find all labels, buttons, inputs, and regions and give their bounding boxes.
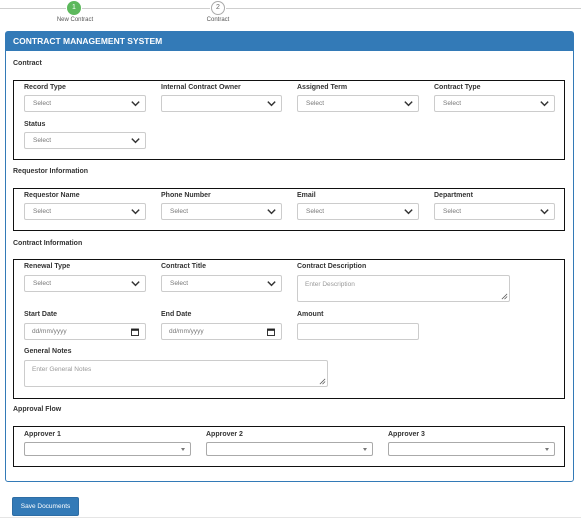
step-2-label: Contract xyxy=(206,17,230,23)
contract-title-label: Contract Title xyxy=(161,263,206,270)
section-title-contract-info: Contract Information xyxy=(13,240,83,247)
panel-title: CONTRACT MANAGEMENT SYSTEM xyxy=(6,32,573,51)
chevron-down-icon xyxy=(131,101,140,107)
approver-1-select[interactable] xyxy=(24,442,191,456)
assigned-term-label: Assigned Term xyxy=(297,84,348,91)
chevron-down-icon xyxy=(540,101,549,107)
contract-description-textarea[interactable]: Enter Description xyxy=(297,275,510,302)
start-date-placeholder: dd/mm/yyyy xyxy=(32,328,67,335)
record-type-select[interactable]: Select xyxy=(24,95,146,112)
requestor-name-label: Requestor Name xyxy=(24,192,80,199)
chevron-down-icon xyxy=(267,281,276,287)
chevron-down-icon xyxy=(404,101,413,107)
contract-title-value: Select xyxy=(170,280,189,287)
department-select[interactable]: Select xyxy=(434,203,555,220)
renewal-type-label: Renewal Type xyxy=(24,263,71,270)
assigned-term-select[interactable]: Select xyxy=(297,95,419,112)
save-documents-button[interactable]: Save Documents xyxy=(12,497,79,516)
amount-label: Amount xyxy=(297,311,324,318)
step-1-indicator[interactable]: 1 xyxy=(67,1,81,15)
calendar-icon[interactable] xyxy=(131,328,139,336)
stepper-line-left xyxy=(0,8,66,9)
internal-owner-label: Internal Contract Owner xyxy=(161,84,241,91)
contract-description-placeholder: Enter Description xyxy=(305,281,355,288)
approver-2-select[interactable] xyxy=(206,442,373,456)
approver-2-label: Approver 2 xyxy=(206,431,243,438)
department-value: Select xyxy=(443,208,462,215)
email-select[interactable]: Select xyxy=(297,203,419,220)
end-date-label: End Date xyxy=(161,311,192,318)
record-type-label: Record Type xyxy=(24,84,66,91)
section-title-approval: Approval Flow xyxy=(13,406,62,413)
phone-number-label: Phone Number xyxy=(161,192,211,199)
step-2-indicator[interactable]: 2 xyxy=(211,1,225,15)
email-label: Email xyxy=(297,192,316,199)
approval-section-box: Approver 1 Approver 2 Approver 3 xyxy=(13,426,565,467)
caret-down-icon xyxy=(363,448,367,451)
amount-input[interactable] xyxy=(297,323,419,340)
email-value: Select xyxy=(306,208,325,215)
section-title-contract: Contract xyxy=(13,60,42,67)
approver-3-label: Approver 3 xyxy=(388,431,425,438)
general-notes-label: General Notes xyxy=(24,348,72,355)
step-1-label: New Contract xyxy=(56,17,94,23)
contract-type-label: Contract Type xyxy=(434,84,481,91)
chevron-down-icon xyxy=(131,209,140,215)
chevron-down-icon xyxy=(131,138,140,144)
contract-title-select[interactable]: Select xyxy=(161,275,282,292)
start-date-input[interactable]: dd/mm/yyyy xyxy=(24,323,146,340)
end-date-input[interactable]: dd/mm/yyyy xyxy=(161,323,282,340)
phone-number-select[interactable]: Select xyxy=(161,203,282,220)
status-label: Status xyxy=(24,121,46,128)
chevron-down-icon xyxy=(131,281,140,287)
contract-form-panel: CONTRACT MANAGEMENT SYSTEM Contract Reco… xyxy=(5,31,574,482)
stepper-line-right xyxy=(226,8,581,9)
resize-grip-icon[interactable] xyxy=(319,378,326,385)
end-date-placeholder: dd/mm/yyyy xyxy=(169,328,204,335)
bottom-divider xyxy=(0,517,581,518)
start-date-label: Start Date xyxy=(24,311,58,318)
calendar-icon[interactable] xyxy=(267,328,275,336)
requestor-name-select[interactable]: Select xyxy=(24,203,146,220)
renewal-type-select[interactable]: Select xyxy=(24,275,146,292)
assigned-term-value: Select xyxy=(306,100,325,107)
chevron-down-icon xyxy=(404,209,413,215)
contract-description-label: Contract Description xyxy=(297,263,367,270)
contract-section-box: Record Type Select Internal Contract Own… xyxy=(13,80,565,160)
renewal-type-value: Select xyxy=(33,280,52,287)
progress-stepper: 1 New Contract 2 Contract xyxy=(0,0,581,28)
contract-type-select[interactable]: Select xyxy=(434,95,555,112)
chevron-down-icon xyxy=(267,101,276,107)
requestor-section-box: Requestor Name Select Phone Number Selec… xyxy=(13,188,565,231)
caret-down-icon xyxy=(181,448,185,451)
record-type-value: Select xyxy=(33,100,52,107)
general-notes-placeholder: Enter General Notes xyxy=(32,366,92,373)
approver-1-label: Approver 1 xyxy=(24,431,61,438)
stepper-line-middle xyxy=(82,8,210,9)
resize-grip-icon[interactable] xyxy=(501,293,508,300)
internal-owner-select[interactable] xyxy=(161,95,282,112)
status-value: Select xyxy=(33,137,52,144)
chevron-down-icon xyxy=(267,209,276,215)
general-notes-textarea[interactable]: Enter General Notes xyxy=(24,360,328,387)
section-title-requestor: Requestor Information xyxy=(13,168,89,175)
caret-down-icon xyxy=(545,448,549,451)
requestor-name-value: Select xyxy=(33,208,52,215)
department-label: Department xyxy=(434,192,473,199)
contract-type-value: Select xyxy=(443,100,462,107)
contract-info-section-box: Renewal Type Select Contract Title Selec… xyxy=(13,259,565,399)
status-select[interactable]: Select xyxy=(24,132,146,149)
phone-number-value: Select xyxy=(170,208,189,215)
chevron-down-icon xyxy=(540,209,549,215)
approver-3-select[interactable] xyxy=(388,442,555,456)
